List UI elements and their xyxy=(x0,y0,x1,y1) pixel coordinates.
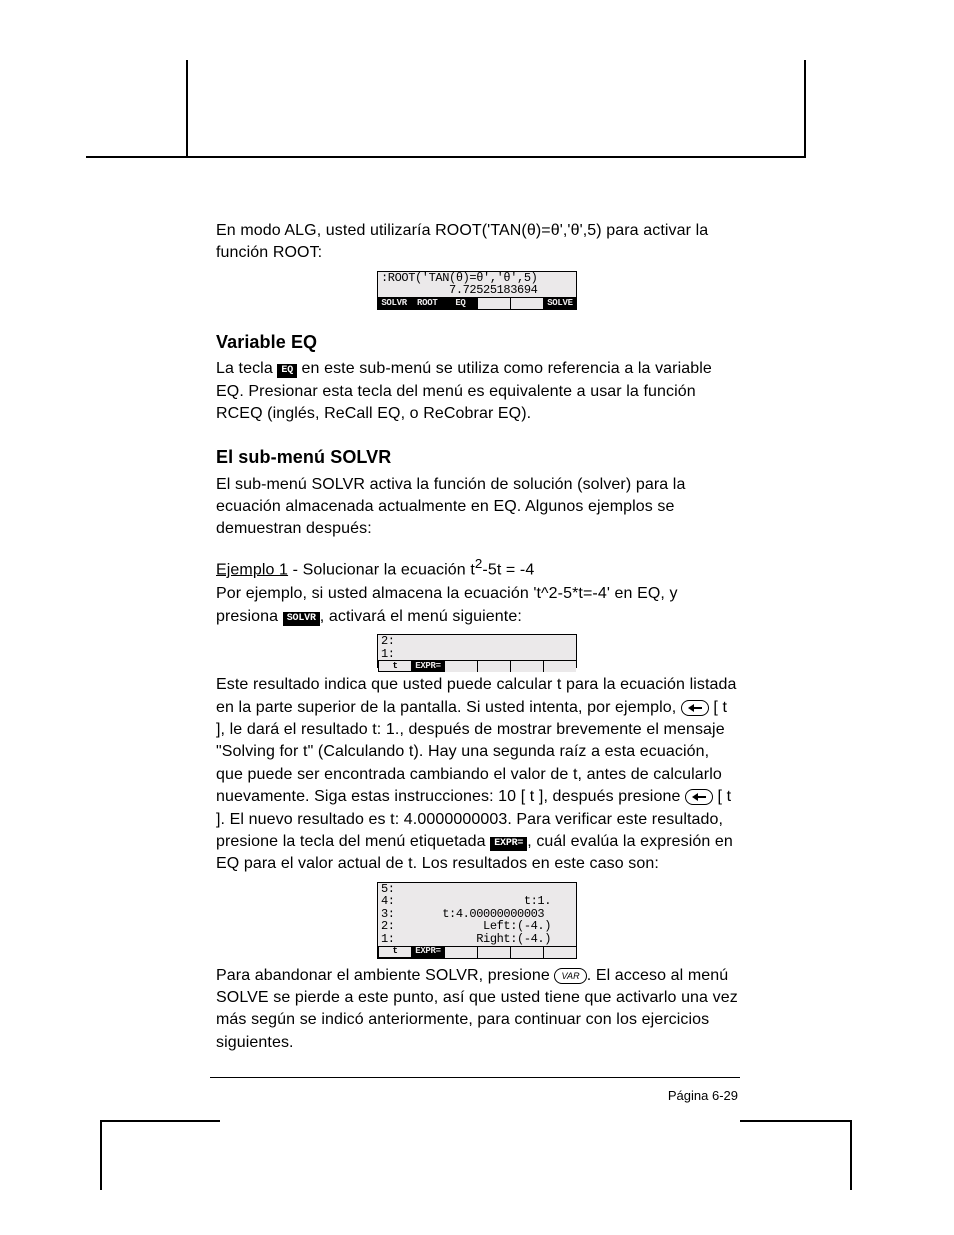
var-key: VAR xyxy=(554,968,586,984)
menu-cell: ROOT xyxy=(411,297,444,309)
menu-cell xyxy=(544,660,576,672)
menu-cell: EXPR= xyxy=(412,946,445,958)
menu-cell: EXPR= xyxy=(412,660,445,672)
menu-cell: t xyxy=(378,946,412,958)
screen-line: 7.72525183694 xyxy=(378,284,576,297)
crop-mark xyxy=(850,1120,852,1190)
text: , activará el menú siguiente: xyxy=(320,608,522,625)
page-content: En modo ALG, usted utilizaría ROOT('TAN(… xyxy=(216,220,738,1056)
calculator-screen-1: :ROOT('TAN(θ)=θ','θ',5) 7.72525183694 SO… xyxy=(377,271,577,310)
menu-cell xyxy=(511,297,544,309)
paragraph: Para abandonar el ambiente SOLVR, presio… xyxy=(216,965,738,1055)
calculator-screen-3: 5: 4: t:1. 3: t:4.00000000003 2: Left:(-… xyxy=(377,882,577,959)
paragraph: La tecla EQ en este sub-menú se utiliza … xyxy=(216,358,738,425)
menu-cell xyxy=(544,946,576,958)
screen-menu-row: t EXPR= xyxy=(378,946,576,958)
softkey-badge-solvr: SOLVR xyxy=(283,612,320,626)
crop-mark xyxy=(100,1120,220,1122)
paragraph: Este resultado indica que usted puede ca… xyxy=(216,674,738,876)
heading-solvr: El sub-menú SOLVR xyxy=(216,445,738,470)
screen-line: 4: t:1. xyxy=(378,895,576,908)
menu-cell xyxy=(478,946,511,958)
screen-line: 2: xyxy=(378,635,576,648)
page-number: Página 6-29 xyxy=(668,1088,738,1103)
menu-cell xyxy=(478,297,511,309)
example-label: Ejemplo 1 xyxy=(216,561,288,578)
text: Para abandonar el ambiente SOLVR, presio… xyxy=(216,967,554,984)
menu-cell: t xyxy=(378,660,412,672)
screen-menu-row: SOLVR ROOT EQ SOLVE xyxy=(378,297,576,309)
menu-cell xyxy=(445,946,478,958)
softkey-badge-eq: EQ xyxy=(277,364,297,378)
paragraph: El sub-menú SOLVR activa la función de s… xyxy=(216,474,738,541)
intro-paragraph: En modo ALG, usted utilizaría ROOT('TAN(… xyxy=(216,220,738,265)
screen-line: 1: xyxy=(378,648,576,661)
menu-cell: EQ xyxy=(444,297,477,309)
screen-line: 1: Right:(-4.) xyxy=(378,933,576,946)
left-shift-key-icon xyxy=(685,789,713,805)
text: La tecla xyxy=(216,360,277,377)
crop-mark xyxy=(86,156,806,158)
menu-cell xyxy=(511,946,544,958)
crop-mark xyxy=(100,1120,102,1190)
crop-mark xyxy=(804,60,806,158)
softkey-badge-expr: EXPR= xyxy=(490,837,527,851)
menu-cell: SOLVE xyxy=(544,297,576,309)
crop-mark xyxy=(740,1120,852,1122)
text: Este resultado indica que usted puede ca… xyxy=(216,676,737,715)
footer-rule xyxy=(210,1077,740,1078)
heading-variable-eq: Variable EQ xyxy=(216,330,738,355)
left-shift-key-icon xyxy=(681,700,709,716)
menu-cell xyxy=(511,660,544,672)
text: - Solucionar la ecuación t xyxy=(288,561,475,578)
menu-cell xyxy=(445,660,478,672)
text: -5t = -4 xyxy=(482,561,534,578)
example-line: Ejemplo 1 - Solucionar la ecuación t2-5t… xyxy=(216,555,738,582)
paragraph: Por ejemplo, si usted almacena la ecuaci… xyxy=(216,583,738,628)
menu-cell xyxy=(478,660,511,672)
screen-menu-row: t EXPR= xyxy=(378,660,576,672)
menu-cell: SOLVR xyxy=(378,297,411,309)
calculator-screen-2: 2: 1: t EXPR= xyxy=(377,634,577,668)
crop-mark xyxy=(186,60,188,158)
